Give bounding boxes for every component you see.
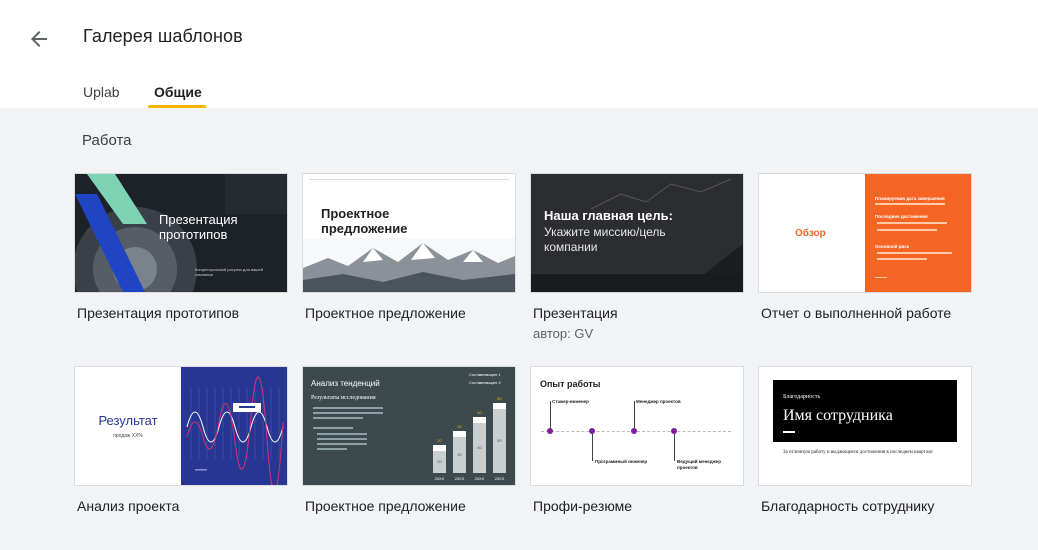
tab-uplab[interactable]: Uplab	[83, 84, 120, 100]
thumb-line	[317, 438, 367, 440]
thumb-title: Презентация прототипов	[159, 212, 238, 242]
mountain-image	[303, 238, 515, 292]
role-label: Ведущий менеджер проектов	[677, 459, 722, 470]
thumb-orange-panel: Планируемая дата завершения Последние до…	[865, 174, 971, 292]
thumb-line	[877, 229, 937, 231]
thumb-small-label: Благодарность	[783, 394, 821, 400]
template-card-work-report[interactable]: Обзор Планируемая дата завершения Послед…	[758, 173, 972, 321]
trend-bar-chart: 20 20 20XX 30 30 20XX 40 40 20XX 50 50 20XX	[433, 396, 506, 481]
template-name: Профи-резюме	[533, 498, 633, 514]
template-name: Проектное предложение	[305, 498, 466, 514]
category-label: 20XX	[475, 476, 485, 481]
template-name: Отчет о выполненной работе	[761, 305, 952, 321]
template-card-trend-analysis[interactable]: Анализ тенденций Составляющее 1 Составля…	[302, 366, 516, 514]
thumb-subtitle: Результаты исследования	[311, 395, 376, 401]
thumb-overview: Обзор	[795, 228, 826, 239]
role-label: Программный инженер	[595, 459, 648, 464]
template-thumbnail: Наша главная цель: Укажите миссию/цель к…	[530, 173, 744, 293]
thumb-title: Наша главная цель:	[544, 208, 673, 223]
template-card-employee-thanks[interactable]: Благодарность Имя сотрудника За отличную…	[758, 366, 972, 514]
thumb-line	[875, 203, 945, 205]
template-name: Анализ проекта	[77, 498, 180, 514]
chart-bar-cap	[493, 403, 506, 409]
bar-inner-label: 50	[497, 438, 502, 443]
timeline-stem	[550, 401, 551, 429]
timeline-stem	[634, 401, 635, 429]
bar-value-label: 40	[477, 410, 482, 415]
thumb-line	[313, 427, 353, 429]
thumb-line	[317, 443, 367, 445]
chart-bar-cap	[433, 445, 446, 451]
template-thumbnail: Результат продаж XX%	[74, 366, 288, 486]
template-author: автор: GV	[533, 326, 594, 341]
template-card-prototypes[interactable]: Презентация прототипов Концептуальный ри…	[74, 173, 288, 321]
template-name: Благодарность сотруднику	[761, 498, 935, 514]
wave-chart-graphic	[181, 367, 287, 485]
thumb-line	[313, 417, 363, 419]
thumb-line	[317, 448, 347, 450]
bar-value-label: 20	[437, 438, 442, 443]
thumb-legend-2: Составляющее 2	[469, 380, 501, 385]
page-title: Галерея шаблонов	[83, 26, 243, 46]
thumb-title: Опыт работы	[540, 379, 601, 389]
bar-inner-label: 30	[457, 452, 462, 457]
thumb-subtitle: Укажите миссию/цель компании	[544, 225, 666, 254]
thumb-heading-1: Планируемая дата завершения	[875, 196, 945, 201]
template-thumbnail: Проектное предложение Введите свой текст…	[302, 173, 516, 293]
thumb-line	[877, 258, 927, 260]
template-name: Презентация	[533, 305, 618, 321]
template-card-project-analysis[interactable]: Результат продаж XX% Анализ проекта	[74, 366, 288, 514]
thumb-title: Проектное предложение	[321, 206, 408, 236]
bar-inner-label: 20	[437, 459, 442, 464]
timeline-stem	[592, 433, 593, 461]
thumb-heading-3: Основной риск	[875, 244, 909, 249]
thumb-line	[317, 433, 367, 435]
thumb-rule	[309, 179, 509, 180]
chart-bar-cap	[453, 431, 466, 437]
template-card-project-proposal[interactable]: Проектное предложение Введите свой текст…	[302, 173, 516, 321]
thumb-black-panel: Благодарность Имя сотрудника	[773, 380, 957, 442]
template-name: Презентация прототипов	[77, 305, 240, 321]
template-card-presentation[interactable]: Наша главная цель: Укажите миссию/цель к…	[530, 173, 744, 341]
thumb-heading-2: Последние достижения	[875, 214, 928, 219]
thumb-subtitle: Концептуальный рисунок для вашей компани…	[195, 267, 263, 277]
bar-value-label: 50	[497, 396, 502, 401]
thumb-line	[877, 252, 952, 254]
thumb-line	[313, 407, 383, 409]
thumb-title: Результат	[98, 413, 158, 428]
template-thumbnail: Презентация прототипов Концептуальный ри…	[74, 173, 288, 293]
thumb-line	[877, 222, 947, 224]
timeline-stem	[674, 433, 675, 461]
thumb-line	[313, 412, 383, 414]
template-thumbnail: Благодарность Имя сотрудника За отличную…	[758, 366, 972, 486]
header: Галерея шаблонов Uplab Общие	[0, 0, 1038, 108]
bar-inner-label: 40	[477, 445, 482, 450]
role-label: Менеджер проектов	[636, 399, 681, 404]
bar-value-label: 30	[457, 424, 462, 429]
role-label: Стажер-инженер	[552, 399, 589, 404]
template-thumbnail: Анализ тенденций Составляющее 1 Составля…	[302, 366, 516, 486]
thumb-subtitle: продаж XX%	[113, 433, 143, 439]
thumb-title: Анализ тенденций	[311, 379, 380, 388]
thumb-title: Имя сотрудника	[783, 407, 893, 424]
template-name: Проектное предложение	[305, 305, 466, 321]
thumb-rule	[783, 431, 795, 433]
thumb-subtitle: За отличную работу и выдающиеся достижен…	[783, 450, 933, 455]
category-label: 20XX	[435, 476, 445, 481]
template-card-resume[interactable]: Опыт работы Стажер-инженер Менеджер прое…	[530, 366, 744, 514]
thumb-legend-1: Составляющее 1	[469, 372, 501, 377]
back-arrow-icon[interactable]	[26, 27, 52, 51]
section-title: Работа	[82, 132, 132, 149]
category-label: 20XX	[495, 476, 505, 481]
chart-bar-cap	[473, 417, 486, 423]
template-thumbnail: Опыт работы Стажер-инженер Менеджер прое…	[530, 366, 744, 486]
thumb-line	[875, 277, 887, 278]
category-label: 20XX	[455, 476, 465, 481]
template-thumbnail: Обзор Планируемая дата завершения Послед…	[758, 173, 972, 293]
tab-general[interactable]: Общие	[154, 84, 202, 100]
gallery-content: Работа Презентация прототипов Концептуал…	[0, 108, 1038, 550]
